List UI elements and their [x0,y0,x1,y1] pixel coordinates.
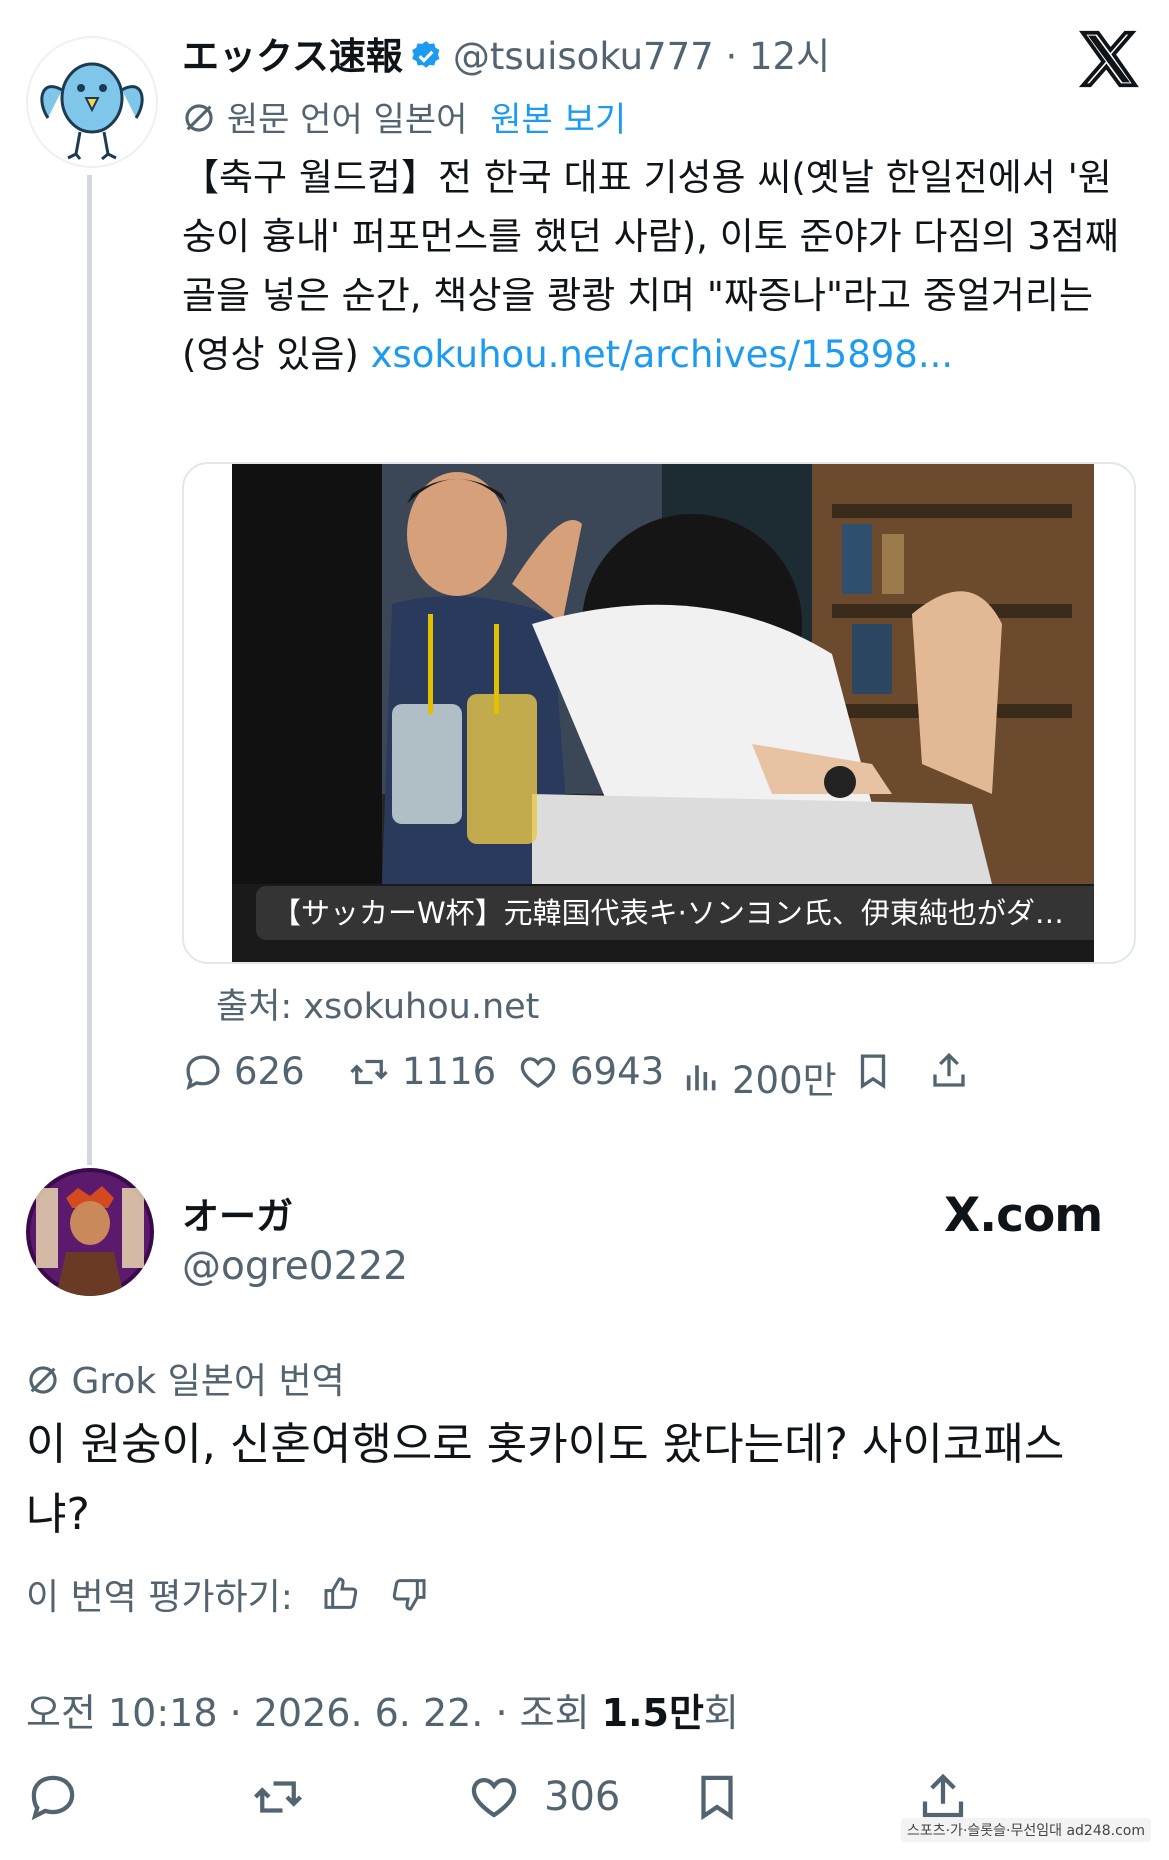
share-icon [928,1050,970,1092]
retweet-count: 1116 [402,1050,497,1093]
share-button[interactable] [916,1770,970,1824]
video-thumbnail[interactable]: 【サッカーW杯】元韓国代表キ·ソンヨン氏、伊東純也がダ… [232,464,1094,962]
reply-text: 이 원숭이, 신혼여행으로 홋카이도 왔다는데? 사이코패스냐? [26,1419,1065,1540]
bookmark-button[interactable] [852,1050,894,1092]
translation-label: 원문 언어 일본어 [226,100,468,140]
tweet-time[interactable]: 12시 [749,35,830,78]
share-button[interactable] [928,1050,970,1092]
like-count: 306 [544,1774,621,1820]
timestamp-text[interactable]: 오전 10:18 · 2026. 6. 22. · 조회 [26,1691,602,1735]
retweet-icon [248,1770,308,1824]
view-original-link[interactable]: 원본 보기 [490,100,626,140]
site-watermark: 스포츠·가·슬롯슬·무선임대 ad248.com [900,1818,1151,1842]
grok-translation-row: Grok 일본어 번역 [26,1352,345,1404]
thumbs-up-icon[interactable] [321,1574,361,1614]
reply-author-name[interactable]: オーガ [182,1186,293,1240]
author-name[interactable]: エックス速報 [182,35,403,78]
like-button[interactable]: 6943 [516,1050,664,1093]
tweet-link[interactable]: xsokuhou.net/archives/15898... [371,333,954,376]
like-icon [466,1770,522,1824]
author-avatar[interactable] [26,36,158,168]
translate-icon [26,1363,60,1397]
reply-count: 626 [234,1050,305,1093]
author-handle[interactable]: @tsuisoku777 [453,35,714,78]
card-caption: 【サッカーW杯】元韓国代表キ·ソンヨン氏、伊東純也がダ… [256,886,1094,940]
translate-icon [182,101,216,135]
bookmark-icon [690,1770,744,1824]
grok-translation-label: Grok 일본어 번역 [71,1361,345,1402]
rate-translation-label: 이 번역 평가하기: [26,1577,293,1618]
thumbs-down-icon[interactable] [389,1574,429,1614]
tweet-text: 【축구 월드컵】전 한국 대표 기성용 씨(옛날 한일전에서 '원숭이 흉내' … [182,148,1122,384]
reply-icon [26,1770,80,1824]
reply-author-avatar[interactable] [26,1168,154,1296]
share-icon [916,1770,970,1824]
separator-dot: · [713,35,749,78]
views-icon [682,1056,722,1098]
like-count: 6943 [570,1050,665,1093]
author-name-row: エックス速報 @tsuisoku777 · 12시 [182,26,830,80]
like-button[interactable]: 306 [466,1770,620,1824]
reply-author-handle[interactable]: @ogre0222 [182,1244,408,1289]
reply-icon [182,1051,224,1093]
views-count: 200만 [732,1059,837,1102]
views-button[interactable]: 200만 [682,1050,837,1104]
translation-row: 원문 언어 일본어 원본 보기 [182,92,626,141]
retweet-icon [346,1051,392,1093]
like-icon [516,1051,560,1093]
x-com-logo: X.com [944,1188,1103,1243]
card-source[interactable]: 출처: xsokuhou.net [216,978,539,1029]
x-logo-icon[interactable] [1074,24,1144,94]
bookmark-icon [852,1050,894,1092]
engagement-bar: 626 1116 6943 200만 [182,1050,1142,1110]
rate-translation-row: 이 번역 평가하기: [26,1568,429,1620]
reply-button[interactable]: 626 [182,1050,305,1093]
verified-icon [409,39,443,73]
reply-button[interactable] [26,1770,80,1824]
link-preview-card[interactable]: 【サッカーW杯】元韓国代表キ·ソンヨン氏、伊東純也がダ… [182,462,1136,964]
retweet-button[interactable]: 1116 [346,1050,496,1093]
thread-connector-line [87,175,92,1165]
view-count-suffix: 회 [703,1691,739,1735]
reply-timestamp: 오전 10:18 · 2026. 6. 22. · 조회 1.5만회 [26,1682,739,1737]
bookmark-button[interactable] [690,1770,744,1824]
view-count: 1.5만 [601,1691,704,1735]
retweet-button[interactable] [248,1770,308,1824]
